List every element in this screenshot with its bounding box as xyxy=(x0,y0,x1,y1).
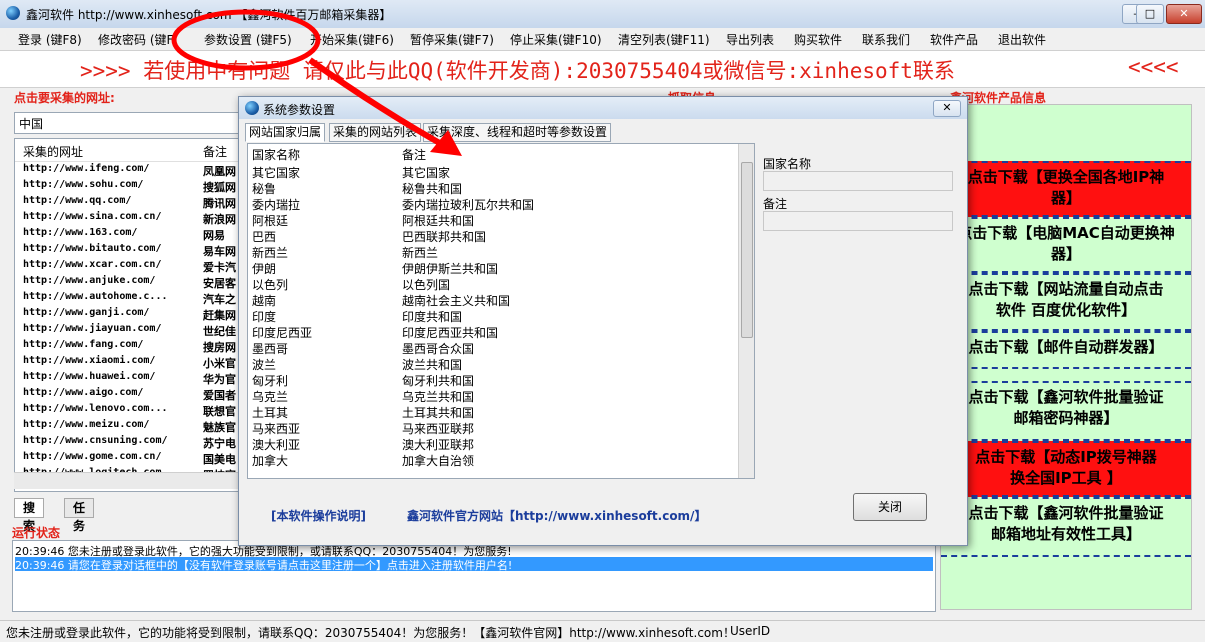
annotation-arrow xyxy=(308,57,454,153)
annotation-circle xyxy=(171,9,321,71)
annotation-overlay xyxy=(171,9,462,156)
